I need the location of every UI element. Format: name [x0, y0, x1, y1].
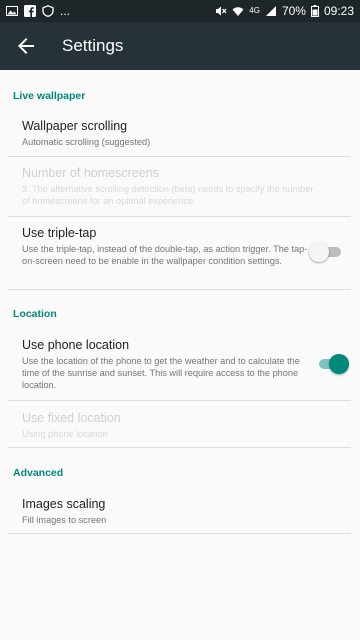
switch-thumb — [329, 354, 349, 374]
section-header-advanced: Advanced — [13, 467, 64, 479]
divider — [8, 289, 351, 290]
pref-summary: Using phone location — [22, 429, 108, 439]
divider — [8, 400, 351, 401]
pref-use-fixed-location: Use fixed location Using phone location — [22, 410, 322, 440]
facebook-icon — [24, 5, 36, 17]
pref-title: Wallpaper scrolling — [22, 119, 128, 133]
wifi-icon — [232, 5, 244, 17]
signal-icon — [265, 5, 277, 17]
more-notifications: ... — [60, 4, 71, 18]
divider — [8, 156, 351, 157]
app-toolbar: Settings — [0, 22, 360, 70]
pref-number-of-homescreens: Number of homescreens 3. The alternative… — [22, 165, 322, 207]
section-header-live-wallpaper: Live wallpaper — [13, 90, 86, 102]
pref-summary: Use the triple-tap, instead of the doubl… — [22, 244, 308, 266]
pref-summary: Automatic scrolling (suggested) — [22, 137, 151, 147]
pref-use-triple-tap[interactable]: Use triple-tap Use the triple-tap, inste… — [22, 225, 310, 267]
triple-tap-switch[interactable] — [309, 242, 345, 262]
mute-icon — [215, 5, 227, 17]
divider — [8, 533, 351, 534]
pref-summary: Use the location of the phone to get the… — [22, 356, 300, 390]
pref-summary: 3. The alternative scrolling detection (… — [22, 184, 314, 206]
phone-location-switch[interactable] — [317, 354, 353, 374]
pref-title: Use triple-tap — [22, 226, 97, 240]
pref-title: Use fixed location — [22, 411, 121, 425]
gallery-icon — [6, 5, 18, 17]
pref-title: Images scaling — [22, 497, 106, 511]
pref-summary: Fill images to screen — [22, 515, 107, 525]
network-type: 4G — [249, 6, 260, 15]
switch-thumb — [309, 242, 329, 262]
battery-icon — [310, 5, 319, 17]
pref-title: Number of homescreens — [22, 166, 159, 180]
divider — [8, 447, 351, 448]
arrow-left-icon[interactable] — [14, 34, 38, 58]
divider — [8, 216, 351, 217]
status-bar: ... 4G 70% 09:23 — [0, 0, 360, 22]
pref-wallpaper-scrolling[interactable]: Wallpaper scrolling Automatic scrolling … — [22, 118, 322, 148]
battery-percent: 70% — [281, 4, 306, 18]
page-title: Settings — [62, 36, 124, 55]
vpn-shield-icon — [42, 5, 54, 18]
pref-use-phone-location[interactable]: Use phone location Use the location of t… — [22, 337, 310, 391]
section-header-location: Location — [13, 308, 57, 320]
clock: 09:23 — [323, 4, 354, 18]
pref-images-scaling[interactable]: Images scaling Fill images to screen — [22, 496, 322, 526]
pref-title: Use phone location — [22, 338, 130, 352]
